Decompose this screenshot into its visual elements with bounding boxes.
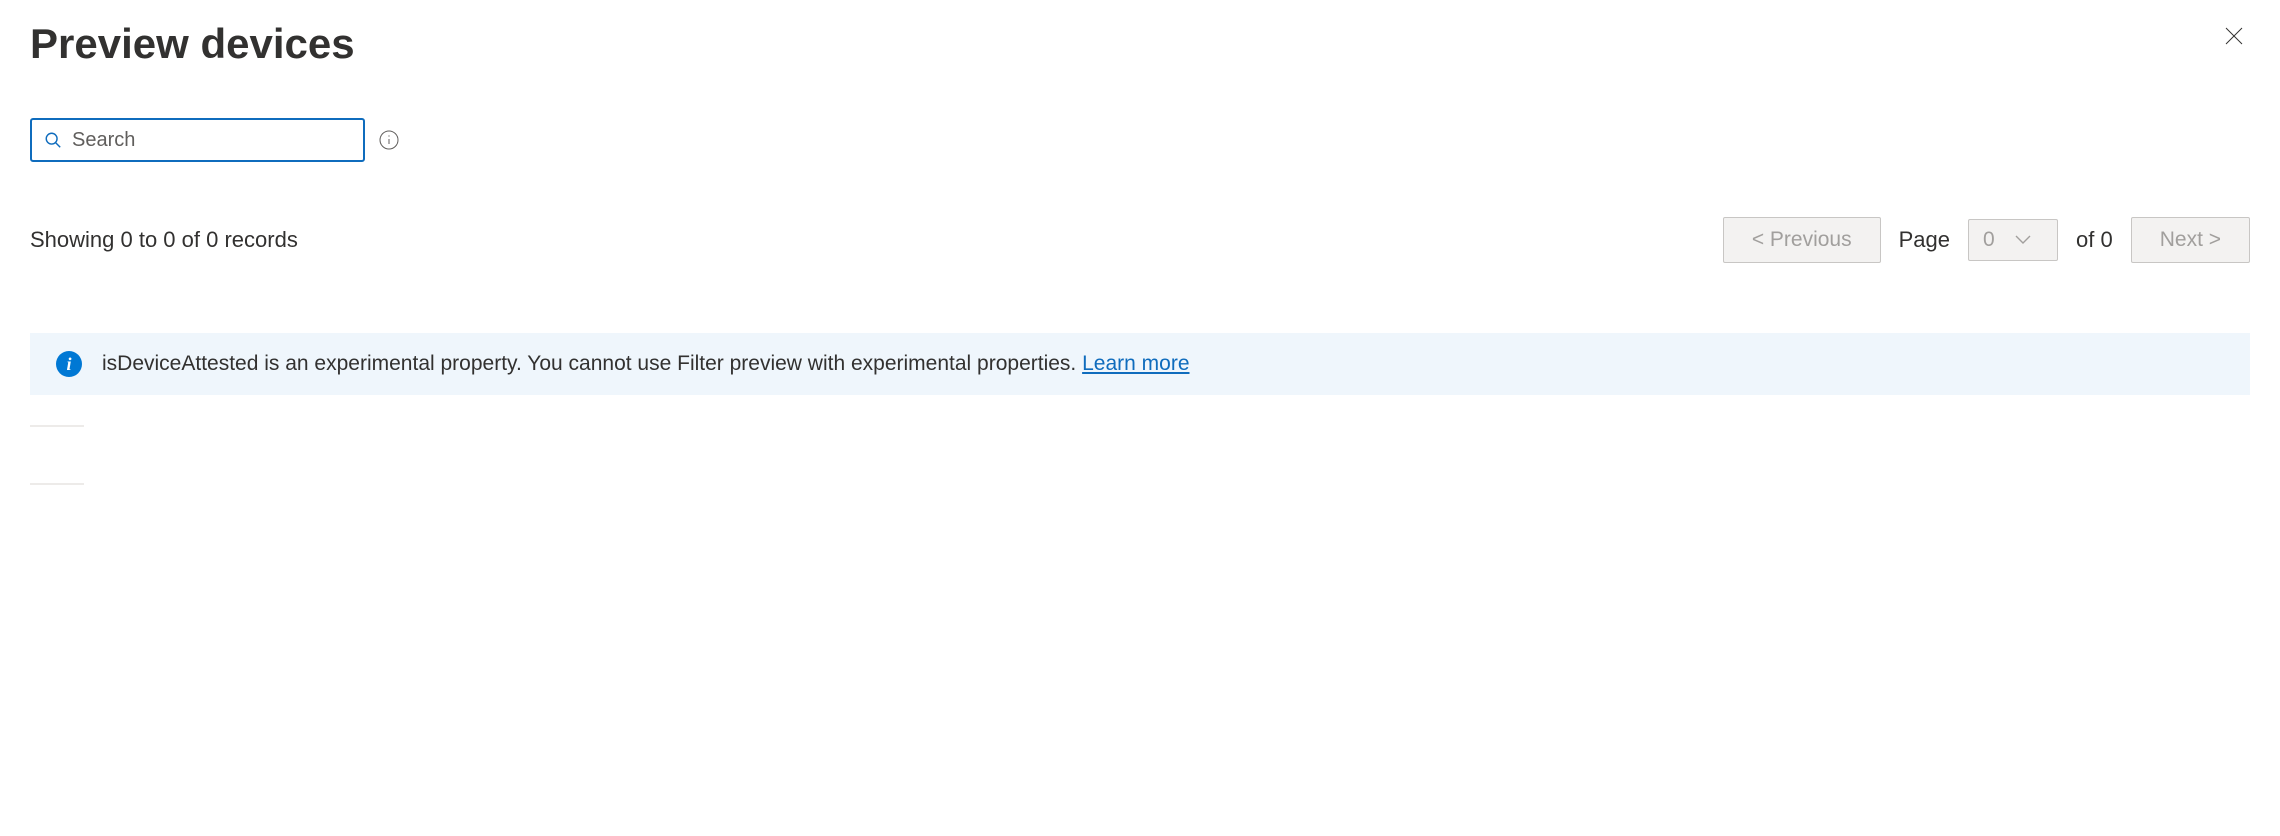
records-status: Showing 0 to 0 of 0 records	[30, 227, 298, 253]
info-icon[interactable]	[379, 130, 399, 150]
chevron-down-icon	[2015, 232, 2031, 248]
page-title: Preview devices	[30, 20, 355, 68]
callout-message: isDeviceAttested is an experimental prop…	[102, 352, 1082, 375]
divider	[30, 483, 84, 485]
pagination: < Previous Page 0 of 0 Next >	[1723, 217, 2250, 263]
close-icon	[2222, 24, 2246, 51]
info-filled-icon: i	[56, 351, 82, 377]
search-icon	[44, 131, 62, 149]
previous-button[interactable]: < Previous	[1723, 217, 1881, 263]
callout-text: isDeviceAttested is an experimental prop…	[102, 352, 1190, 376]
page-label: Page	[1899, 227, 1950, 253]
page-of-label: of 0	[2076, 227, 2113, 253]
close-button[interactable]	[2218, 20, 2250, 55]
search-input[interactable]	[72, 129, 351, 152]
next-button[interactable]: Next >	[2131, 217, 2250, 263]
page-select-value: 0	[1983, 228, 1995, 252]
learn-more-link[interactable]: Learn more	[1082, 352, 1189, 375]
search-box[interactable]	[30, 118, 365, 162]
info-callout: i isDeviceAttested is an experimental pr…	[30, 333, 2250, 395]
page-select[interactable]: 0	[1968, 219, 2058, 261]
divider	[30, 425, 84, 427]
